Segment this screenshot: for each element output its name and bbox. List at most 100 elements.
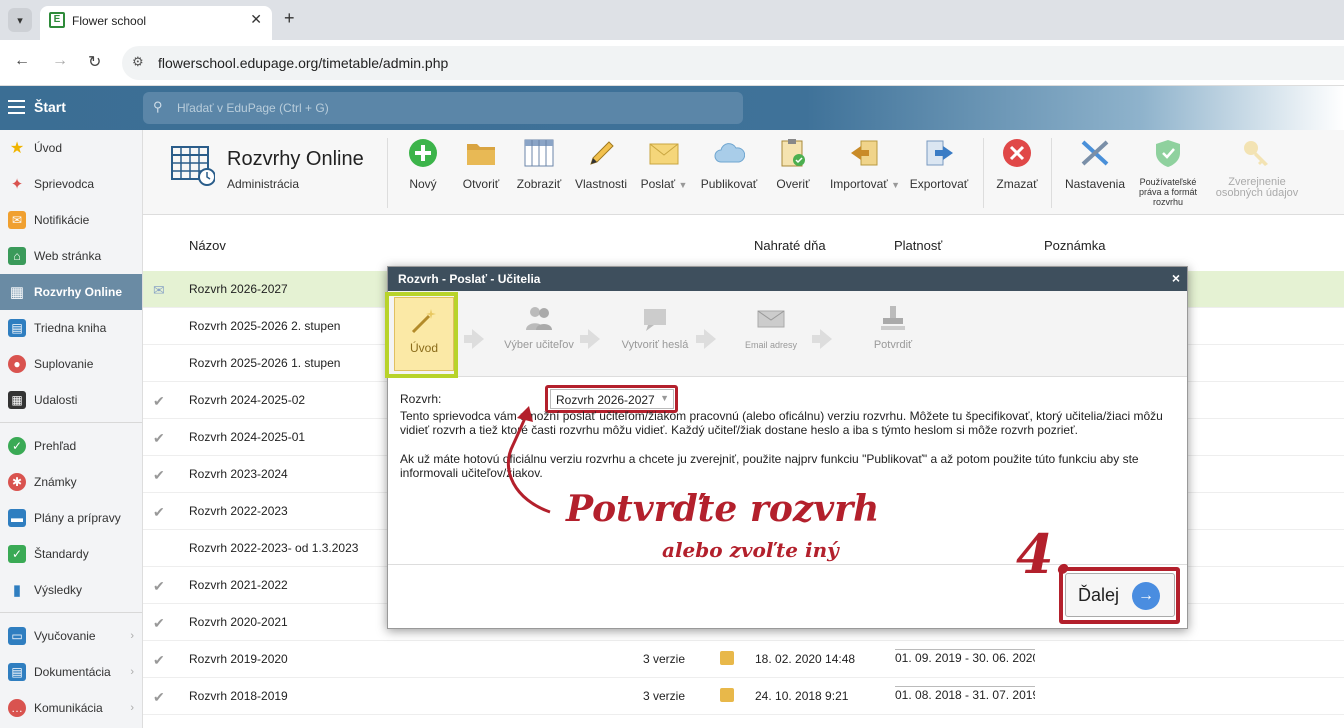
chevron-right-icon: › <box>130 666 134 678</box>
sidebar-item-plany-a-pripravy[interactable]: ▬ Plány a prípravy <box>0 500 142 536</box>
search-input[interactable]: ⚲ Hľadať v EduPage (Ctrl + G) <box>143 92 743 124</box>
annotation-confirm-timetable: Potvrďte rozvrh <box>566 488 880 530</box>
sidebar-item-dokumentacia[interactable]: ▤ Dokumentácia › <box>0 654 142 690</box>
chat-icon: … <box>8 699 26 717</box>
lock-icon <box>720 688 734 702</box>
url-field[interactable]: ⚙ flowerschool.edupage.org/timetable/adm… <box>122 46 1344 80</box>
dialog-title: Rozvrh - Poslať - Učitelia <box>398 272 541 286</box>
row-uploaded: 24. 10. 2018 9:21 <box>755 689 849 703</box>
toolbar-divider <box>983 138 984 208</box>
check-icon: ✔ <box>153 393 165 409</box>
url-text: flowerschool.edupage.org/timetable/admin… <box>158 55 449 71</box>
sidebar-item-triedna-kniha[interactable]: ▤ Triedna kniha <box>0 310 142 346</box>
back-icon[interactable]: ← <box>14 52 30 70</box>
view-button[interactable]: Zobraziť <box>515 138 563 191</box>
dialog-header: Rozvrh - Poslať - Učitelia × <box>388 267 1187 291</box>
sidebar-item-vysledky[interactable]: ▮ Výsledky <box>0 572 142 608</box>
wizard-step-uvod[interactable]: Úvod <box>394 297 454 371</box>
open-button[interactable]: Otvoriť <box>459 138 503 191</box>
column-header-uploaded[interactable]: Nahraté dňa <box>754 238 826 253</box>
sidebar-item-notifikacie[interactable]: ✉ Notifikácie <box>0 202 142 238</box>
sidebar-item-sprievodca[interactable]: ✦ Sprievodca <box>0 166 142 202</box>
properties-button[interactable]: Vlastnosti <box>573 138 629 191</box>
row-name: Rozvrh 2020-2021 <box>189 615 288 629</box>
row-name: Rozvrh 2026-2027 <box>189 282 288 296</box>
plus-circle-icon <box>409 139 437 167</box>
settings-button[interactable]: Nastavenia <box>1063 138 1127 191</box>
calendar-icon: ▦ <box>8 391 26 409</box>
wizard-step-confirm: Potvrdiť <box>858 295 928 371</box>
sidebar-item-web-stranka[interactable]: ⌂ Web stránka <box>0 238 142 274</box>
browser-tab-bar: ▾ E Flower school ✕ + <box>0 0 1344 40</box>
publish-button[interactable]: Publikovať <box>699 138 759 191</box>
personal-data-button[interactable]: Zverejnenie osobných údajov <box>1209 138 1305 199</box>
export-button[interactable]: Exportovať <box>909 138 969 191</box>
dropdown-arrow-icon[interactable]: ▼ <box>891 180 900 190</box>
sidebar-item-komunikacia[interactable]: … Komunikácia › <box>0 690 142 726</box>
page-title: Rozvrhy Online <box>227 148 364 170</box>
row-name: Rozvrh 2021-2022 <box>189 578 288 592</box>
envelope-icon: ✉ <box>8 211 26 229</box>
new-tab-icon[interactable]: + <box>284 8 295 29</box>
send-button[interactable]: Poslať ▼ <box>639 138 689 191</box>
chevron-right-icon: › <box>130 630 134 642</box>
browser-tab[interactable]: E Flower school ✕ <box>40 6 272 40</box>
tab-list-dropdown-icon[interactable]: ▾ <box>8 8 32 32</box>
site-settings-icon[interactable]: ⚙ <box>132 54 144 70</box>
forward-icon[interactable]: → <box>52 52 68 70</box>
sidebar-item-standardy[interactable]: ✓ Štandardy <box>0 536 142 572</box>
row-validity: 01. 08. 2018 - 31. 07. 2019 <box>895 686 1035 702</box>
folder-icon <box>467 144 495 165</box>
cloud-icon <box>714 143 746 163</box>
sidebar-item-rozvrhy-online[interactable]: ▦ Rozvrhy Online <box>0 274 142 310</box>
table-header: Názov Nahraté dňa Platnosť Poznámka <box>143 230 1344 260</box>
timetable-field-label: Rozvrh: <box>400 392 442 406</box>
clipboard-check-icon <box>781 139 805 167</box>
book-open-icon: ▭ <box>8 627 26 645</box>
timetable-logo-icon <box>171 146 215 186</box>
column-header-name[interactable]: Názov <box>189 238 226 253</box>
export-icon <box>926 140 953 166</box>
check-icon: ✔ <box>153 430 165 446</box>
bar-chart-icon: ▮ <box>12 582 22 599</box>
sidebar-item-prehlad[interactable]: ✓ Prehľad <box>0 428 142 464</box>
start-label[interactable]: Štart <box>34 99 66 115</box>
password-icon <box>644 309 666 331</box>
import-button[interactable]: Importovať ▼ <box>827 138 903 191</box>
wizard-step-teachers: Výber učiteľov <box>504 295 574 371</box>
document-icon: ▤ <box>8 663 26 681</box>
tools-icon <box>1081 140 1109 166</box>
new-button[interactable]: Nový <box>405 138 441 191</box>
sidebar-item-vyucovanie[interactable]: ▭ Vyučovanie › <box>0 618 142 654</box>
annotation-arrow-icon <box>506 406 551 514</box>
sidebar-item-udalosti[interactable]: ▦ Udalosti <box>0 382 142 418</box>
edupage-favicon-icon: E <box>49 12 65 28</box>
dropdown-arrow-icon[interactable]: ▼ <box>678 180 687 190</box>
wand-icon <box>411 309 436 334</box>
step-arrow-icon <box>464 329 484 349</box>
user-rights-button[interactable]: Používateľské práva a formát rozvrhu <box>1135 138 1201 207</box>
sidebar-item-znamky[interactable]: ✱ Známky <box>0 464 142 500</box>
row-name: Rozvrh 2022-2023 <box>189 504 288 518</box>
row-name: Rozvrh 2025-2026 1. stupen <box>189 356 341 370</box>
table-row[interactable]: ✔ Rozvrh 2019-2020 3 verzie 18. 02. 2020 14… <box>143 641 1344 678</box>
row-name: Rozvrh 2023-2024 <box>189 467 288 481</box>
menu-icon[interactable] <box>8 100 25 114</box>
column-header-validity[interactable]: Platnosť <box>894 238 942 253</box>
column-header-note[interactable]: Poznámka <box>1044 238 1105 253</box>
timetable-toolbar: Rozvrhy Online Administrácia Nový Otvori… <box>143 130 1344 215</box>
email-icon <box>757 310 785 328</box>
check-icon: ✔ <box>153 578 165 594</box>
delete-button[interactable]: Zmazať <box>995 138 1039 191</box>
search-placeholder: Hľadať v EduPage (Ctrl + G) <box>177 101 329 115</box>
sidebar-item-suplovanie[interactable]: ● Suplovanie <box>0 346 142 382</box>
sidebar-item-uvod[interactable]: ★ Úvod <box>0 130 142 166</box>
row-validity: 01. 09. 2019 - 30. 06. 2020 <box>895 649 1035 665</box>
next-highlight-frame <box>1059 567 1180 624</box>
close-icon[interactable]: × <box>1172 270 1180 286</box>
table-row[interactable]: ✔ Rozvrh 2018-2019 3 verzie 24. 10. 2018 9:… <box>143 678 1344 715</box>
tab-close-icon[interactable]: ✕ <box>250 11 262 28</box>
wizard-steps: Úvod Výber učiteľov Vytvoriť heslá Email… <box>385 291 1187 378</box>
verify-button[interactable]: Overiť <box>775 138 811 191</box>
reload-icon[interactable]: ↻ <box>88 52 101 72</box>
